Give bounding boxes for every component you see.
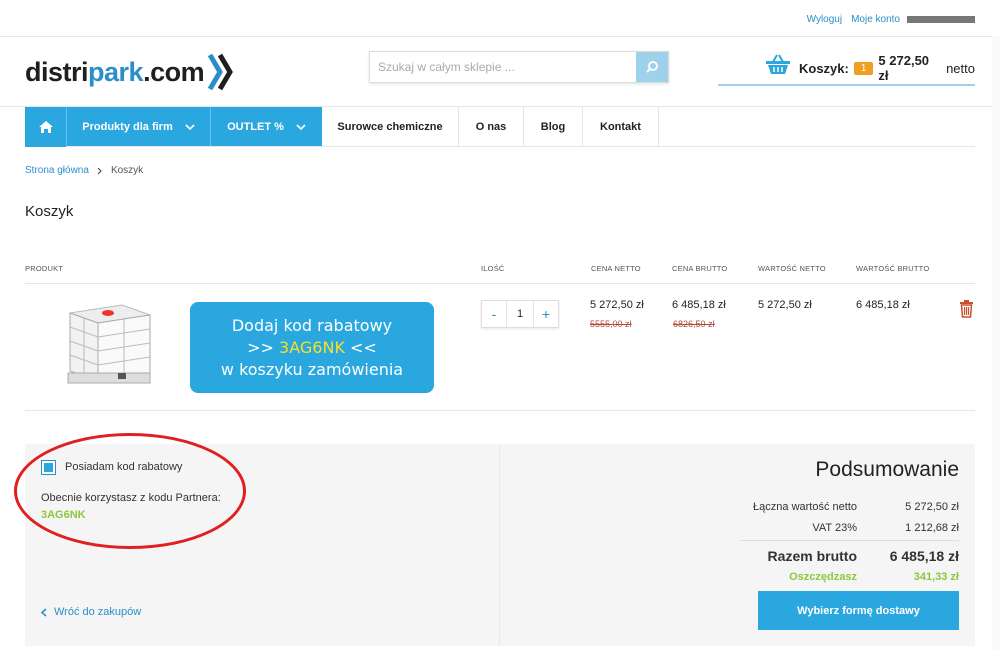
quantity-decrease-button[interactable]: - [482, 306, 506, 322]
logo-text-2: park [88, 56, 144, 87]
summary-gross-value: 6 485,18 zł [889, 548, 959, 564]
col-header-value-net: WARTOŚĆ NETTO [758, 264, 826, 273]
col-header-price-gross: CENA BRUTTO [672, 264, 728, 273]
search-box [369, 51, 669, 83]
summary-gross-label: Razem brutto [767, 548, 857, 564]
home-icon [38, 121, 53, 133]
promo-code: 3AG6NK [279, 337, 345, 357]
chevron-right-icon [97, 167, 102, 174]
user-name-redacted [907, 16, 975, 23]
col-header-price-net: CENA NETTO [591, 264, 641, 273]
nav-item-chemicals[interactable]: Surowce chemiczne [322, 107, 459, 146]
cart-count-badge: 1 [853, 61, 874, 75]
summary-net-value: 5 272,50 zł [905, 501, 959, 513]
promo-line-2: >> 3AG6NK << [190, 337, 434, 359]
account-link[interactable]: Moje konto [851, 14, 900, 25]
nav-item-label: OUTLET % [227, 120, 284, 133]
promo-arrow-right: << [344, 337, 377, 357]
cart-suffix: netto [946, 60, 975, 76]
nav-item-contact[interactable]: Kontakt [583, 107, 659, 146]
back-link-label: Wróć do zakupów [54, 606, 142, 618]
summary-vat-label: VAT 23% [812, 522, 857, 534]
breadcrumb-home[interactable]: Strona główna [25, 165, 89, 176]
nav-item-outlet[interactable]: OUTLET % [210, 107, 322, 146]
choose-delivery-button[interactable]: Wybierz formę dostawy [758, 591, 959, 630]
promo-banner: Dodaj kod rabatowy >> 3AG6NK << w koszyk… [190, 302, 434, 393]
nav-item-label: Kontakt [600, 120, 641, 133]
nav-item-label: Surowce chemiczne [337, 120, 443, 133]
nav-item-about[interactable]: O nas [459, 107, 524, 146]
search-icon [646, 61, 658, 73]
scrollbar-track[interactable] [992, 36, 1000, 650]
nav-item-label: Produkty dla firm [82, 120, 173, 133]
value-gross: 6 485,18 zł [856, 299, 910, 311]
basket-icon [766, 54, 790, 74]
price-gross: 6 485,18 zł [672, 299, 726, 311]
logo-text-1: distri [25, 56, 89, 87]
summary-savings-value: 341,33 zł [913, 571, 959, 583]
logout-link[interactable]: Wyloguj [807, 14, 842, 25]
summary-vat-value: 1 212,68 zł [905, 522, 959, 534]
page: Wyloguj Moje konto distripark.com Szukaj… [0, 0, 1000, 650]
nav-item-label: O nas [475, 120, 507, 133]
breadcrumb-current: Koszyk [110, 165, 144, 176]
quantity-input[interactable]: 1 [506, 301, 534, 327]
summary-title: Podsumowanie [815, 458, 959, 481]
main-nav: Produkty dla firm OUTLET % Surowce chemi… [25, 107, 975, 147]
breadcrumb: Strona główna Koszyk [25, 165, 143, 176]
nav-item-label: Blog [540, 120, 566, 133]
cart-amount: 5 272,50 zł [878, 53, 930, 83]
back-to-shopping-link[interactable]: Wróć do zakupów [41, 606, 141, 618]
search-input[interactable] [370, 52, 636, 82]
nav-item-blog[interactable]: Blog [524, 107, 583, 146]
top-links: Wyloguj Moje konto [807, 14, 900, 25]
cart-summary[interactable]: Koszyk: 1 5 272,50 zł netto [718, 52, 975, 86]
divider [25, 283, 975, 284]
promo-line-1: Dodaj kod rabatowy [231, 315, 393, 335]
summary-net-label: Łączna wartość netto [753, 501, 857, 513]
promo-arrow-left: >> [247, 337, 280, 357]
logo[interactable]: distripark.com [25, 52, 234, 92]
col-header-value-gross: WARTOŚĆ BRUTTO [856, 264, 930, 273]
price-gross-old: 6826,50 zł [673, 319, 715, 329]
col-header-quantity: ILOŚĆ [481, 264, 505, 273]
logo-chevron-icon [208, 53, 233, 91]
value-net: 5 272,50 zł [758, 299, 812, 311]
price-net: 5 272,50 zł [590, 299, 644, 311]
search-button[interactable] [636, 52, 668, 82]
page-title: Koszyk [25, 203, 74, 220]
divider [741, 540, 959, 541]
quantity-stepper: - 1 + [481, 300, 559, 328]
highlight-ellipse [14, 433, 246, 549]
summary-savings-label: Oszczędzasz [789, 571, 857, 583]
chevron-down-icon [296, 123, 306, 130]
chevron-down-icon [185, 123, 195, 130]
product-image[interactable] [66, 303, 152, 391]
col-header-product: PRODUKT [25, 264, 64, 273]
promo-line-3: w koszyku zamówienia [220, 359, 404, 379]
quantity-increase-button[interactable]: + [534, 306, 558, 322]
nav-home[interactable] [25, 107, 66, 147]
divider [25, 410, 975, 411]
chevron-left-icon [41, 607, 47, 617]
price-net-old: 5555,00 zł [590, 319, 632, 329]
nav-item-products[interactable]: Produkty dla firm [66, 107, 210, 146]
cart-label: Koszyk: [799, 60, 849, 76]
trash-icon[interactable] [959, 300, 974, 318]
divider [0, 36, 1000, 37]
logo-text-3: .com [143, 56, 205, 87]
